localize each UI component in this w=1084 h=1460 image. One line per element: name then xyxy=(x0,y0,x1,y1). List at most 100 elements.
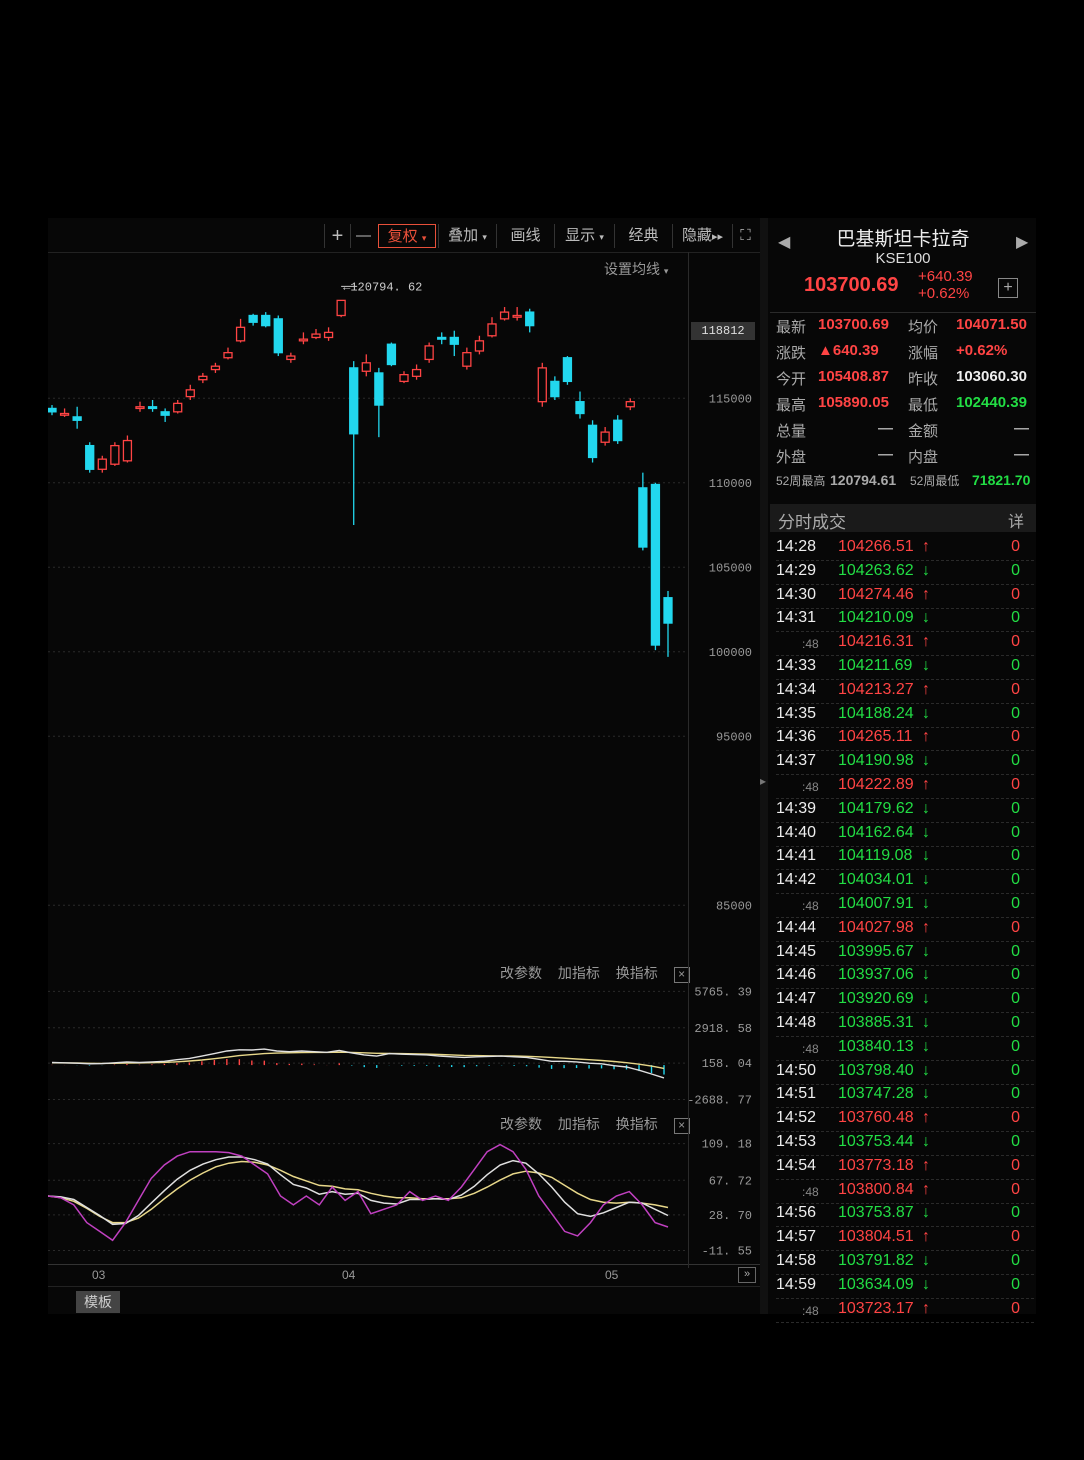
trade-volume: 0 xyxy=(1011,1204,1020,1222)
trade-price: 104211.69 xyxy=(838,657,913,674)
trade-price: 104222.89 xyxy=(838,776,914,793)
quote-label: 内盘 xyxy=(908,449,939,466)
macd-chart[interactable]: 5765. 39 2918. 58 158. 04 -2688. 77 xyxy=(48,958,760,1110)
candle xyxy=(135,401,145,412)
oscillator-chart[interactable]: 109. 18 67. 72 28. 70 -11. 55 xyxy=(48,1110,760,1262)
candle xyxy=(499,307,510,321)
trade-time: 14:37 xyxy=(776,752,817,770)
candle xyxy=(562,356,573,385)
overlay-button[interactable]: 叠加 ▾ xyxy=(438,224,496,248)
candle xyxy=(424,342,434,363)
trade-time: 14:30 xyxy=(776,585,817,603)
trade-time: 14:46 xyxy=(776,966,817,984)
trade-row: 14:31 104210.09 ↓ 0 xyxy=(776,607,1034,633)
collapse-arrow-icon[interactable]: ▸ xyxy=(760,774,766,788)
zoom-in-button[interactable]: + xyxy=(324,224,350,248)
candle xyxy=(663,590,673,657)
trade-volume: 0 xyxy=(1011,561,1020,579)
draw-line-button[interactable]: 画线 xyxy=(496,224,554,248)
trade-volume: 0 xyxy=(1011,1275,1020,1293)
trade-volume: 0 xyxy=(1011,657,1020,674)
trade-price: 104274.46 xyxy=(838,585,914,603)
trade-volume: 0 xyxy=(1011,871,1020,889)
trade-volume: 0 xyxy=(1011,895,1020,912)
arrow-down-icon: ↓ xyxy=(922,990,930,1008)
scroll-right-icon[interactable]: » xyxy=(738,1267,756,1283)
classic-button[interactable]: 经典 xyxy=(614,224,672,248)
template-button[interactable]: 模板 xyxy=(76,1291,120,1313)
trade-price: 104034.01 xyxy=(838,871,914,889)
quote-value: 105890.05 xyxy=(818,394,889,411)
arrow-down-icon: ↓ xyxy=(922,657,930,674)
change-value: +640.39 xyxy=(918,268,973,285)
candle xyxy=(235,318,246,343)
trade-volume: 0 xyxy=(1011,1180,1020,1198)
trade-time: 14:52 xyxy=(776,1109,817,1127)
trade-price: 104210.09 xyxy=(838,609,914,627)
y-tick-label: 67. 72 xyxy=(709,1174,752,1188)
candle xyxy=(650,482,661,651)
quote-label: 总量 xyxy=(776,423,807,440)
panel-splitter[interactable]: ▸ xyxy=(760,218,768,1314)
arrow-up-icon: ↑ xyxy=(922,918,930,936)
quote-value: — xyxy=(1014,446,1029,463)
trade-time: 14:57 xyxy=(776,1228,817,1246)
arrow-down-icon: ↓ xyxy=(922,1275,930,1293)
quote-value: 71821.70 xyxy=(972,472,1031,488)
quote-value: 105408.87 xyxy=(818,368,889,385)
y-tick-label: 100000 xyxy=(709,646,752,660)
y-tick-label: 109. 18 xyxy=(702,1138,752,1152)
candle xyxy=(411,364,422,380)
trade-row: 14:53 103753.44 ↓ 0 xyxy=(776,1131,1034,1156)
trade-volume: 0 xyxy=(1011,1085,1020,1103)
fullscreen-icon[interactable]: ⛶ xyxy=(732,224,758,248)
chart-toolbar: + — 复权 ▾ 叠加 ▾ 画线 显示 ▾ 经典 隐藏▸▸ ⛶ xyxy=(48,218,760,253)
trade-row: 14:47 103920.69 ↓ 0 xyxy=(776,988,1034,1014)
ma-setting-dropdown[interactable]: 设置均线 ▾ xyxy=(604,259,668,279)
candlestick-chart[interactable]: ←120794. 62 115000 110000 105000 100000 9500… xyxy=(48,280,760,956)
candle xyxy=(437,332,447,345)
y-tick-label: 110000 xyxy=(709,477,752,491)
candle xyxy=(273,315,283,357)
quote-label: 最高 xyxy=(776,397,807,414)
candle xyxy=(361,354,371,377)
quote-label: 今开 xyxy=(776,371,807,388)
trade-price: 103800.84 xyxy=(838,1180,914,1198)
arrow-down-icon: ↓ xyxy=(922,1037,930,1055)
trade-time: 14:36 xyxy=(776,728,817,746)
divider xyxy=(770,312,1036,313)
trade-price: 103920.69 xyxy=(838,990,914,1008)
trade-volume: 0 xyxy=(1011,847,1020,865)
quote-row: 总量 — 金额 — xyxy=(776,420,1032,444)
display-button[interactable]: 显示 ▾ xyxy=(554,224,614,248)
candle xyxy=(399,371,409,384)
trade-price: 103937.06 xyxy=(838,966,914,984)
trades-detail-button[interactable]: 详 xyxy=(1008,508,1024,532)
trade-time: 14:44 xyxy=(776,918,817,936)
hide-button[interactable]: 隐藏▸▸ xyxy=(672,224,732,248)
candle xyxy=(286,352,296,363)
trade-row: 14:45 103995.67 ↓ 0 xyxy=(776,941,1034,966)
trade-row: 14:56 103753.87 ↓ 0 xyxy=(776,1202,1034,1228)
trade-row: 14:51 103747.28 ↓ 0 xyxy=(776,1083,1034,1109)
caret-down-icon: ▾ xyxy=(421,233,427,243)
trade-row: :48 103840.13 ↓ 0 xyxy=(776,1036,1034,1061)
quote-row: 涨跌 ▲640.39 涨幅 +0.62% xyxy=(776,342,1032,366)
quote-label: 涨跌 xyxy=(776,345,807,362)
trade-volume: 0 xyxy=(1011,704,1020,722)
candle xyxy=(72,406,82,429)
candle xyxy=(223,347,233,360)
last-price: 103700.69 xyxy=(804,274,899,296)
candle xyxy=(85,442,95,473)
stock-name: 巴基斯坦卡拉奇 xyxy=(836,229,970,250)
zoom-out-button[interactable]: — xyxy=(350,224,376,248)
arrow-down-icon: ↓ xyxy=(922,799,930,817)
quote-value: 103700.69 xyxy=(818,316,889,333)
quote-row: 最新 103700.69 均价 104071.50 xyxy=(776,316,1032,340)
arrow-up-icon: ↑ xyxy=(922,1228,930,1246)
add-watchlist-button[interactable]: + xyxy=(998,278,1018,298)
candle xyxy=(160,408,170,422)
adjust-rights-button[interactable]: 复权 ▾ xyxy=(378,224,436,248)
y-tick-label: -11. 55 xyxy=(702,1245,752,1259)
arrow-up-icon: ↑ xyxy=(922,1180,930,1198)
